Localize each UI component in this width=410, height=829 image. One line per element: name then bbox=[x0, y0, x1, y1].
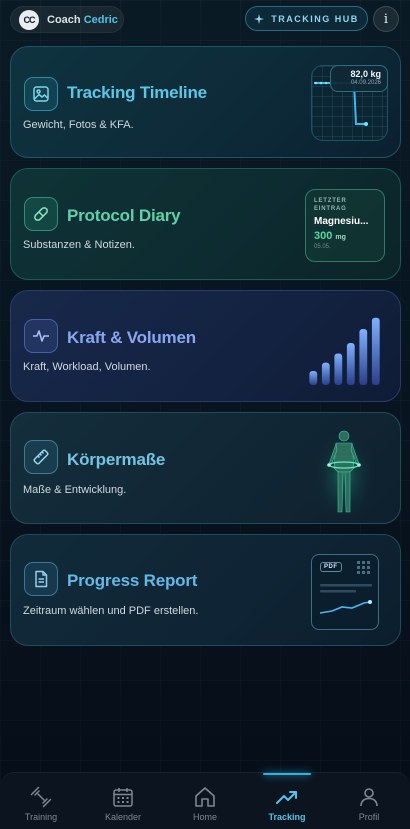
last-entry-unit: mg bbox=[335, 234, 346, 241]
latest-weight: 82,0 kg bbox=[350, 69, 381, 79]
card-tracking-timeline[interactable]: Tracking Timeline Gewicht, Fotos & KFA. … bbox=[10, 46, 401, 158]
tracking-hub-label: TRACKING HUB bbox=[271, 13, 359, 24]
nav-label: Tracking bbox=[268, 812, 306, 822]
card-subtitle: Zeitraum wählen und PDF erstellen. bbox=[23, 605, 199, 617]
pdf-report-chart bbox=[319, 561, 372, 614]
nav-label: Home bbox=[192, 812, 217, 822]
tracking-hub-button[interactable]: TRACKING HUB bbox=[245, 6, 368, 31]
card-protocol-diary[interactable]: Protocol Diary Substanzen & Notizen. LET… bbox=[10, 168, 401, 280]
card-title: Tracking Timeline bbox=[67, 83, 207, 102]
card-title: Progress Report bbox=[67, 571, 198, 590]
pdf-report-preview: PDF bbox=[311, 554, 379, 630]
user-icon bbox=[360, 788, 378, 807]
volume-bar bbox=[359, 329, 368, 385]
volume-bar bbox=[334, 353, 343, 385]
latest-weight-date: 04.09.2026 bbox=[350, 80, 381, 86]
card-subtitle: Gewicht, Fotos & KFA. bbox=[23, 119, 134, 131]
activity-icon bbox=[24, 319, 58, 353]
nav-item-tracking[interactable]: Tracking bbox=[246, 773, 328, 829]
volume-bar bbox=[371, 317, 380, 385]
nav-label: Profil bbox=[358, 812, 380, 822]
coach-prefix: Coach bbox=[47, 13, 81, 26]
last-entry-label-line1: LETZTER bbox=[314, 198, 347, 204]
trending-up-icon bbox=[276, 791, 297, 804]
card-progress-report[interactable]: Progress Report Zeitraum wählen und PDF … bbox=[10, 534, 401, 646]
card-subtitle: Maße & Entwicklung. bbox=[23, 484, 127, 496]
card-title: Körpermaße bbox=[67, 450, 166, 469]
ruler-icon bbox=[24, 440, 58, 474]
nav-item-kalender[interactable]: Kalender bbox=[82, 773, 164, 829]
last-entry-label: LETZTER EINTRAG bbox=[314, 197, 376, 213]
top-bar: CC Coach Cedric TRACKING HUB i bbox=[0, 0, 410, 40]
body-figure-illustration bbox=[314, 428, 374, 516]
home-icon bbox=[195, 787, 215, 807]
card-subtitle: Substanzen & Notizen. bbox=[23, 239, 135, 251]
last-entry-value: 300 bbox=[314, 230, 333, 242]
nav-label: Kalender bbox=[104, 812, 142, 822]
volume-bar bbox=[309, 371, 318, 385]
card-kraft-volumen[interactable]: Kraft & Volumen Kraft, Workload, Volumen… bbox=[10, 290, 401, 402]
sparkle-icon bbox=[254, 13, 265, 24]
card-koerpermasse[interactable]: Körpermaße Maße & Entwicklung. bbox=[10, 412, 401, 524]
coach-badge[interactable]: CC Coach Cedric bbox=[10, 6, 124, 33]
last-entry-preview: LETZTER EINTRAG Magnesiu... 300 mg 05.05… bbox=[305, 189, 385, 262]
volume-bars-preview bbox=[309, 317, 380, 385]
nav-label: Training bbox=[24, 812, 58, 822]
bottom-nav: Training Kalender Home Tracking Profil bbox=[0, 772, 410, 829]
card-subtitle: Kraft, Workload, Volumen. bbox=[23, 361, 151, 373]
dumbbell-icon bbox=[30, 786, 52, 808]
nav-item-home[interactable]: Home bbox=[164, 773, 246, 829]
coach-label: Coach Cedric bbox=[47, 14, 118, 26]
last-entry-date: 05.05. bbox=[314, 244, 331, 250]
coach-name: Cedric bbox=[83, 13, 118, 26]
calendar-icon bbox=[113, 788, 133, 807]
nav-item-profil[interactable]: Profil bbox=[328, 773, 410, 829]
card-title: Kraft & Volumen bbox=[67, 328, 196, 347]
pill-icon bbox=[24, 197, 58, 231]
volume-bar bbox=[346, 343, 355, 385]
image-icon bbox=[24, 77, 58, 111]
volume-bar bbox=[321, 362, 330, 385]
nav-item-training[interactable]: Training bbox=[0, 773, 82, 829]
latest-weight-badge: 82,0 kg 04.09.2026 bbox=[330, 65, 388, 92]
info-button[interactable]: i bbox=[373, 6, 399, 32]
last-entry-amount: 300 mg bbox=[314, 230, 376, 242]
document-icon bbox=[24, 562, 58, 596]
coach-logo: CC bbox=[19, 9, 39, 30]
last-entry-substance: Magnesiu... bbox=[314, 216, 369, 227]
last-entry-label-line2: EINTRAG bbox=[314, 206, 347, 212]
card-title: Protocol Diary bbox=[67, 206, 181, 225]
